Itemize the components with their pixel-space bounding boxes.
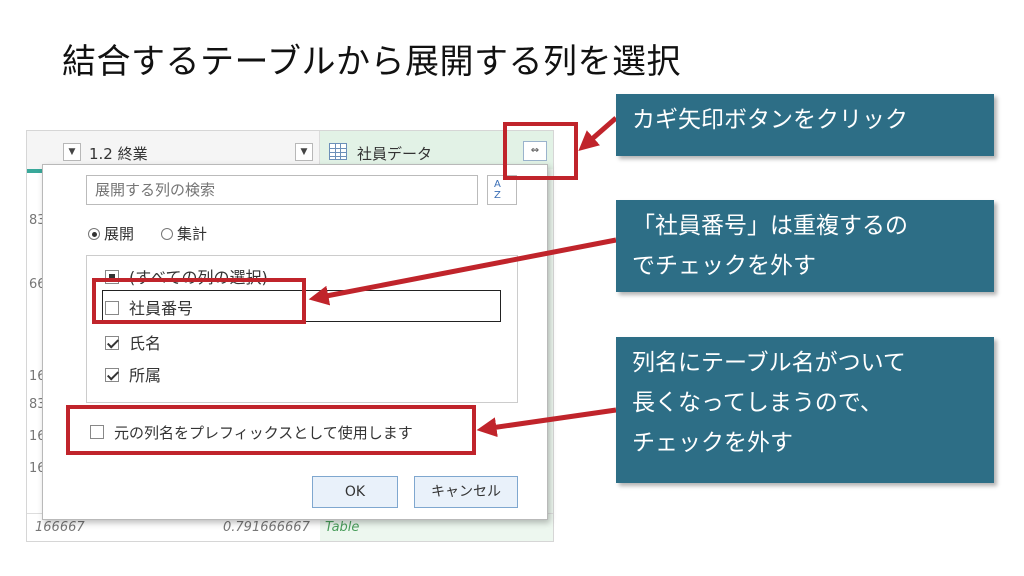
callout-uncheck-prefix: 列名にテーブル名がついて 長くなってしまうので、 チェックを外す xyxy=(616,337,994,483)
callout-click-expand: カギ矢印ボタンをクリック xyxy=(616,94,994,156)
table-icon xyxy=(329,143,347,160)
column-header-end-label: 1.2 終業 xyxy=(89,145,148,163)
column-item-shimei[interactable]: 氏名 xyxy=(105,330,161,354)
cancel-button[interactable]: キャンセル xyxy=(414,476,518,508)
arrow-callout-1 xyxy=(578,116,618,151)
sort-az-icon: A xyxy=(494,179,501,190)
ok-button[interactable]: OK xyxy=(312,476,398,508)
checkbox-checked-icon[interactable] xyxy=(105,336,119,350)
slide-title: 結合するテーブルから展開する列を選択 xyxy=(62,42,681,82)
expand-columns-panel: A Z 展開 集計 (すべての列の選択) 社員番号 氏名 所属 元の列名をプレフ… xyxy=(42,164,548,520)
callout-uncheck-shainbangou: 「社員番号」は重複するの でチェックを外す xyxy=(616,200,994,292)
column-header-shain-label: 社員データ xyxy=(357,145,433,163)
column-item-shozoku[interactable]: 所属 xyxy=(105,362,161,386)
highlight-prefix-option xyxy=(66,405,476,455)
radio-aggregate[interactable]: 集計 xyxy=(161,223,207,244)
checkbox-checked-icon[interactable] xyxy=(105,368,119,382)
highlight-expand-button xyxy=(503,122,578,180)
cell-value: 166667 xyxy=(35,520,85,535)
dropdown-arrow-icon[interactable]: ▼ xyxy=(63,143,81,161)
dropdown-arrow-icon[interactable]: ▼ xyxy=(295,143,313,161)
highlight-shainbangou xyxy=(92,278,306,324)
radio-unselected-icon[interactable] xyxy=(161,228,173,240)
radio-expand[interactable]: 展開 xyxy=(88,223,134,244)
cell-value: 0.791666667 xyxy=(223,520,310,535)
cell-table-link[interactable]: Table xyxy=(325,520,359,535)
radio-selected-icon[interactable] xyxy=(88,228,100,240)
column-search-input[interactable] xyxy=(86,175,478,205)
